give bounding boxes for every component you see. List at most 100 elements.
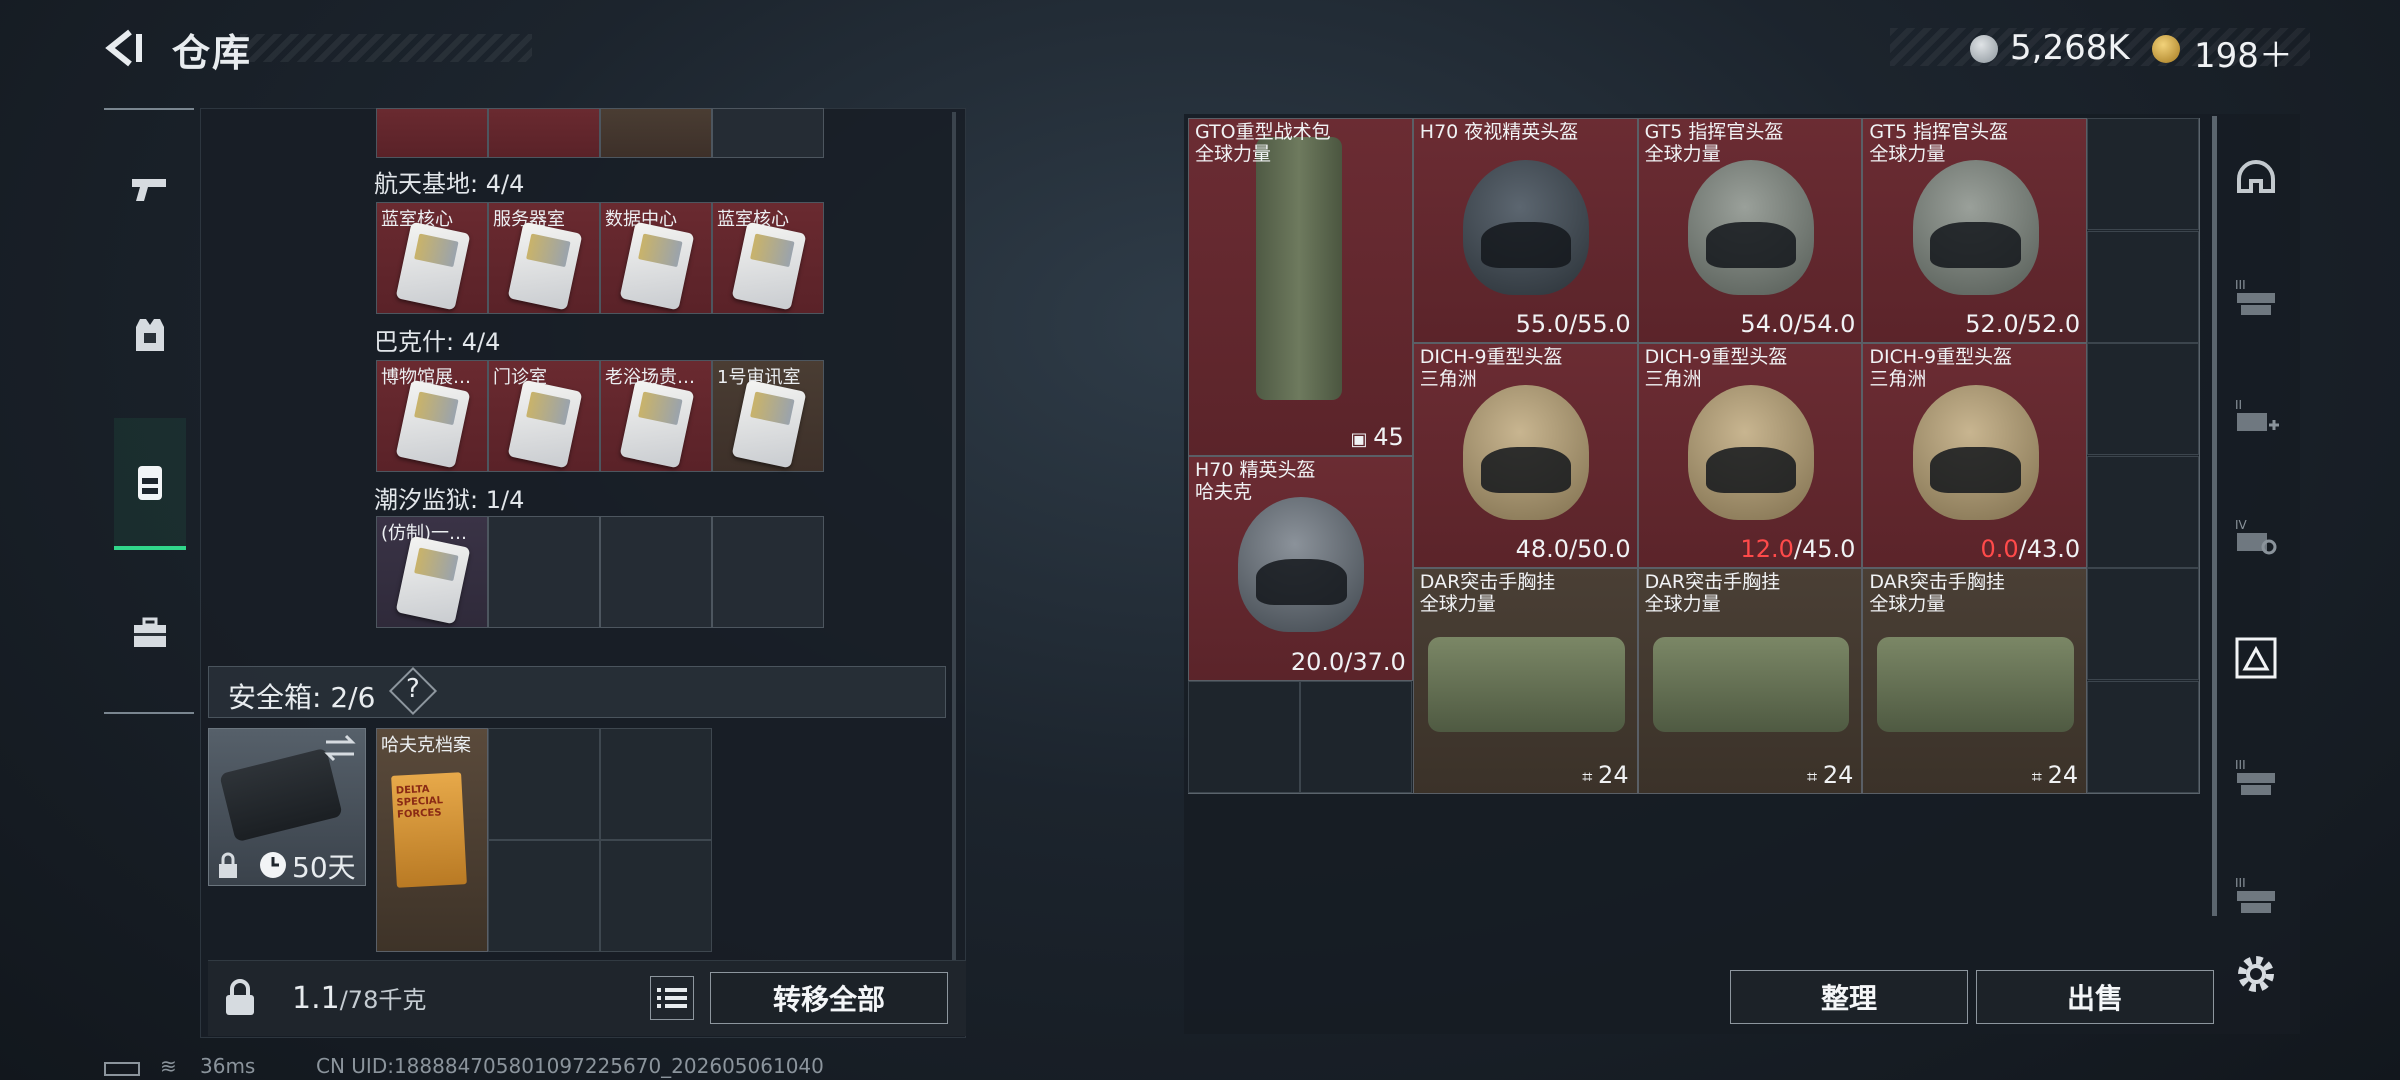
tab-storage-3[interactable]: III xyxy=(2226,268,2286,328)
nav-armor[interactable] xyxy=(114,290,186,380)
toolbox-icon xyxy=(134,617,166,647)
helmet-visor xyxy=(1930,446,2022,493)
nav-toolbox[interactable] xyxy=(114,588,186,678)
chest-rig-image xyxy=(1652,636,1850,732)
tab-storage-4[interactable]: IV xyxy=(2226,508,2286,568)
tab-storage-active[interactable] xyxy=(2226,628,2286,688)
storage-item-rig[interactable]: DAR突击手胸挂 全球力量 ⌗ 24 xyxy=(1637,568,1863,794)
item-name: DICH-9重型头盔 三角洲 xyxy=(1869,346,2012,390)
helmet-image xyxy=(1238,497,1365,633)
keycard[interactable]: 门诊室 xyxy=(488,360,600,472)
keycard[interactable]: 1号审讯室 xyxy=(712,360,824,472)
keycard[interactable]: 博物馆展… xyxy=(376,360,488,472)
sell-button[interactable]: 出售 xyxy=(1976,970,2214,1024)
keycard-slot[interactable] xyxy=(712,108,824,158)
inventory-scrollbar[interactable] xyxy=(952,112,956,962)
helmet-image xyxy=(1463,159,1590,295)
storage-slot[interactable] xyxy=(2087,343,2200,456)
settings-button[interactable] xyxy=(2230,948,2282,1000)
storage-scrollbar[interactable] xyxy=(2212,116,2217,916)
storage-item-backpack[interactable]: GTO重型战术包 全球力量 ▣ 45 xyxy=(1188,118,1413,456)
storage-item-nv[interactable]: H70 夜视精英头盔 55.0/55.0 xyxy=(1412,118,1638,344)
back-button[interactable] xyxy=(100,24,148,72)
item-name: DAR突击手胸挂 全球力量 xyxy=(1420,571,1556,615)
durability-current: 0.0 xyxy=(1980,535,2019,564)
chest-rig-image xyxy=(1877,636,2075,732)
keycard[interactable]: 蓝室核心 xyxy=(376,202,488,314)
capacity-value: 24 xyxy=(1822,760,1854,789)
transfer-all-button[interactable]: 转移全部 xyxy=(710,972,948,1024)
durability-current: 52.0 xyxy=(1965,310,2019,339)
item-name-line1: DICH-9重型头盔 xyxy=(1419,346,1563,369)
nav-weapons[interactable] xyxy=(114,144,186,234)
storage-item-rig[interactable]: DAR突击手胸挂 全球力量 ⌗ 24 xyxy=(1412,568,1638,794)
keycard[interactable]: 数据中心 xyxy=(600,202,712,314)
tab-helmet[interactable] xyxy=(2226,150,2286,210)
keycard[interactable]: 蓝室核心 xyxy=(712,202,824,314)
empty-slot[interactable] xyxy=(488,516,600,628)
storage-item-gt[interactable]: GT5 指挥官头盔 全球力量 52.0/52.0 xyxy=(1862,118,2088,344)
helmet-image xyxy=(1463,384,1590,520)
svg-text:IV: IV xyxy=(2235,518,2248,532)
back-arrow-icon xyxy=(105,29,142,67)
empty-slot[interactable] xyxy=(712,516,824,628)
gold-balance[interactable]: 198＋ xyxy=(2194,28,2293,77)
helmet-image xyxy=(1688,159,1814,295)
storage-item-gt[interactable]: GT5 指挥官头盔 全球力量 54.0/54.0 xyxy=(1637,118,1863,344)
keycard-slot[interactable] xyxy=(600,108,712,158)
item-name: DICH-9重型头盔 三角洲 xyxy=(1420,346,1563,390)
storage-slot[interactable] xyxy=(1300,681,1413,793)
shelf-icon: III xyxy=(2235,876,2275,913)
safe-slot[interactable] xyxy=(488,728,600,840)
weight-value: 1.1 xyxy=(292,981,340,1016)
item-name-line1: GTO重型战术包 xyxy=(1195,121,1331,143)
storage-slot[interactable] xyxy=(2087,118,2200,230)
durability-max: /37.0 xyxy=(1344,647,1406,676)
storage-item-dich[interactable]: DICH-9重型头盔 三角洲 48.0/50.0 xyxy=(1412,343,1638,569)
keycard[interactable]: (仿制)一… xyxy=(376,516,488,628)
helmet-image xyxy=(1688,384,1814,520)
storage-slot[interactable] xyxy=(2087,681,2200,793)
gear-frame-icon xyxy=(2235,637,2277,679)
swap-icon[interactable] xyxy=(322,734,358,762)
storage-item-dich[interactable]: DICH-9重型头盔 三角洲 0.0/43.0 xyxy=(1862,343,2088,569)
keycard-slot[interactable] xyxy=(488,108,600,158)
safe-slot[interactable] xyxy=(488,840,600,952)
user-uid: CN UID:18888470580109722567​0_2026050610… xyxy=(316,1054,824,1078)
item-name: H70 精英头盔 哈夫克 xyxy=(1195,459,1316,503)
silver-balance: 5,268K xyxy=(2010,28,2130,68)
shelf-icon: III xyxy=(2235,758,2275,795)
storage-item-rig[interactable]: DAR突击手胸挂 全球力量 ⌗ 24 xyxy=(1862,568,2088,794)
lock-button[interactable] xyxy=(208,966,272,1030)
storage-slot[interactable] xyxy=(1188,681,1300,793)
item-name: GT5 指挥官头盔 全球力量 xyxy=(1645,121,1784,165)
storage-slot[interactable] xyxy=(2087,230,2200,343)
nav-backpack[interactable] xyxy=(114,418,186,550)
list-view-button[interactable] xyxy=(650,976,694,1020)
section-title: 潮汐监狱: 1/4 xyxy=(374,486,525,514)
shelf-icon: III xyxy=(2235,278,2275,315)
keycard[interactable]: 老浴场贵… xyxy=(600,360,712,472)
padlock-icon xyxy=(226,979,254,1015)
ping-readout: 36ms xyxy=(200,1054,256,1078)
sort-button[interactable]: 整理 xyxy=(1730,970,1968,1024)
tab-storage-medical[interactable]: II xyxy=(2226,388,2286,448)
keycard[interactable]: 服务器室 xyxy=(488,202,600,314)
title-decoration xyxy=(240,34,532,62)
keycard-image xyxy=(731,379,807,469)
storage-item-dich[interactable]: DICH-9重型头盔 三角洲 12.0/45.0 xyxy=(1637,343,1863,569)
keycard-image xyxy=(731,221,807,311)
keycard-slot[interactable] xyxy=(376,108,488,158)
tab-storage-3c[interactable]: III xyxy=(2226,866,2286,926)
battery-icon xyxy=(104,1062,140,1076)
durability: 52.0/52.0 xyxy=(1965,310,2080,338)
storage-item-h70[interactable]: H70 精英头盔 哈夫克 20.0/37.0 xyxy=(1188,455,1413,681)
svg-text:III: III xyxy=(2235,278,2246,292)
empty-slot[interactable] xyxy=(600,516,712,628)
safe-slot[interactable] xyxy=(600,728,712,840)
storage-slot[interactable] xyxy=(2087,568,2200,681)
safe-slot[interactable] xyxy=(600,840,712,952)
durability-current: 12.0 xyxy=(1740,535,1794,564)
tab-storage-3b[interactable]: III xyxy=(2226,748,2286,808)
storage-slot[interactable] xyxy=(2087,455,2200,568)
